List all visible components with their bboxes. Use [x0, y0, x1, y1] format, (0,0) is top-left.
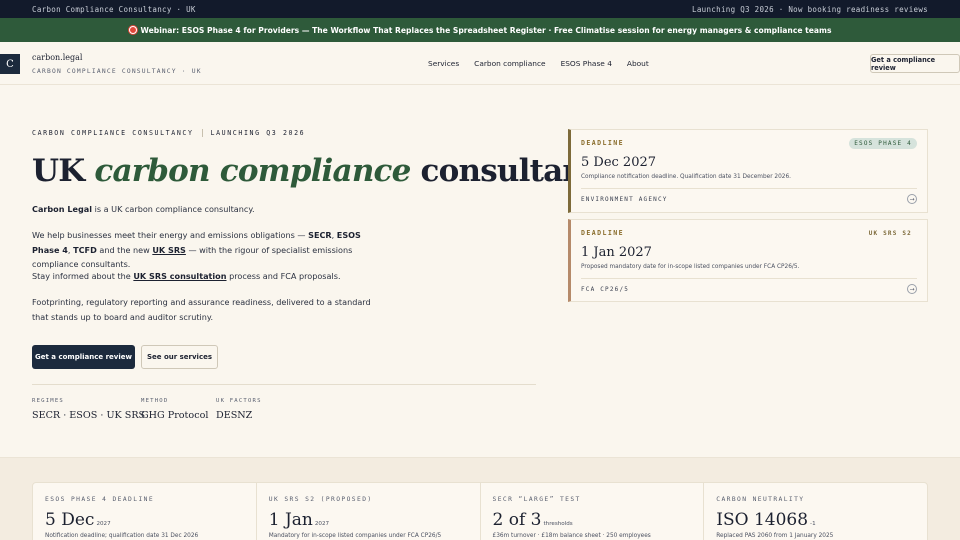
stat-method: METHOD GHG Protocol [141, 398, 208, 421]
stat-value: DESNZ [216, 410, 253, 421]
fact-footnote: Notification deadline; qualification dat… [45, 533, 199, 539]
fact-unit: thresholds [543, 521, 573, 527]
intro-paragraph: Carbon Legal is a UK carbon compliance c… [32, 202, 372, 217]
target-icon [128, 26, 137, 34]
fact-footnote: Replaced PAS 2060 from 1 January 2025 [716, 533, 834, 539]
fact-value: ISO 14068 -1 [716, 510, 815, 530]
stat-label: UK FACTORS [216, 398, 262, 404]
nav-link-about[interactable]: About [627, 59, 649, 68]
fact-number: 5 Dec [45, 510, 95, 530]
stat-label: METHOD [141, 398, 169, 404]
nav-links: Services Carbon compliance ESOS Phase 4 … [428, 59, 649, 68]
card-divider [581, 188, 917, 189]
fact-number: 2 of 3 [492, 510, 542, 530]
fact-card-esos: ESOS PHASE 4 DEADLINE 5 Dec 2027 Notifica… [33, 483, 257, 540]
fact-number: ISO 14068 [716, 510, 809, 530]
arrow-right-icon[interactable]: → [907, 194, 917, 204]
stat-value: GHG Protocol [141, 410, 209, 421]
uk-srs-consultation-link[interactable]: UK SRS consultation [133, 271, 226, 281]
eyebrow-left: CARBON COMPLIANCE CONSULTANCY [32, 129, 194, 137]
fact-title: UK SRS S2 (PROPOSED) [268, 496, 373, 503]
fact-footnote: £36m turnover · £18m balance sheet · 250… [492, 533, 651, 539]
stat-uk-factors: UK FACTORS DESNZ [216, 398, 262, 421]
topbar-right-text: Launching Q3 2026 · Now booking readines… [692, 4, 928, 14]
deadline-source: FCA CP26/5 [581, 286, 630, 293]
fact-number: 1 Jan [268, 510, 313, 530]
uk-srs-link[interactable]: UK SRS [152, 245, 186, 255]
main-navigation: C carbon.legal CARBON COMPLIANCE CONSULT… [0, 42, 960, 85]
fact-unit: 2027 [314, 521, 330, 527]
stat-label: REGIMES [32, 398, 64, 404]
fact-card-carbon-neutrality: CARBON NEUTRALITY ISO 14068 -1 Replaced P… [704, 483, 927, 540]
topbar-left-text: Carbon Compliance Consultancy · UK [32, 4, 196, 14]
logo-name[interactable]: carbon.legal [32, 53, 82, 62]
title-emphasis: carbon compliance [94, 153, 411, 189]
fact-value: 1 Jan 2027 [269, 510, 329, 530]
fact-card-secr: SECR “LARGE” TEST 2 of 3 thresholds £36m … [481, 483, 705, 540]
services-text-b: and the new [96, 244, 153, 255]
hero-eyebrow: CARBON COMPLIANCE CONSULTANCY LAUNCHING … [32, 129, 305, 137]
nav-link-carbon-compliance[interactable]: Carbon compliance [474, 59, 545, 68]
get-compliance-review-button[interactable]: Get a compliance review [32, 345, 135, 369]
services-text-a: We help businesses meet their energy and… [32, 230, 309, 240]
arrow-right-icon[interactable]: → [907, 284, 917, 294]
top-announcement-bar: Carbon Compliance Consultancy · UK Launc… [0, 0, 960, 18]
consultation-text-a: Stay informed about the [32, 271, 134, 281]
consultation-paragraph: Stay informed about the UK SRS consultat… [32, 269, 372, 284]
tcfd-term: TCFD [73, 244, 97, 255]
esos-badge: ESOS PHASE 4 [849, 138, 917, 149]
fact-unit: -1 [810, 521, 816, 527]
stat-regimes: REGIMES SECR · ESOS · UK SRS [32, 398, 145, 421]
fact-value: 5 Dec 2027 [45, 510, 111, 530]
services-paragraph: We help businesses meet their energy and… [32, 228, 377, 272]
logo-mark[interactable]: C [0, 54, 20, 74]
deadline-label: DEADLINE [581, 139, 624, 147]
nav-link-services[interactable]: Services [428, 59, 459, 68]
deadline-source: ENVIRONMENT AGENCY [581, 196, 668, 203]
intro-text: is a UK carbon compliance consultancy. [92, 204, 255, 214]
eyebrow-right: LAUNCHING Q3 2026 [210, 129, 306, 137]
webinar-banner-text: Webinar: ESOS Phase 4 for Providers — Th… [140, 25, 832, 35]
webinar-banner[interactable]: Webinar: ESOS Phase 4 for Providers — Th… [0, 18, 960, 42]
logo-subtitle: CARBON COMPLIANCE CONSULTANCY · UK [32, 68, 202, 75]
brand-name: Carbon Legal [32, 204, 93, 214]
consultation-text-b: process and FCA proposals. [226, 271, 341, 281]
deadline-date: 1 Jan 2027 [581, 245, 652, 260]
uk-srs-badge: UK SRS S2 [868, 230, 912, 237]
deadline-label: DEADLINE [581, 229, 624, 237]
fact-footnote: Mandatory for in-scope listed companies … [268, 533, 442, 539]
title-prefix: UK [32, 153, 95, 189]
eyebrow-divider [201, 129, 203, 137]
see-services-button[interactable]: See our services [141, 345, 218, 369]
hero-divider [32, 384, 536, 385]
deadline-date: 5 Dec 2027 [581, 155, 657, 170]
fact-title: CARBON NEUTRALITY [716, 496, 805, 503]
card-divider [581, 278, 917, 279]
deadline-card-uk-srs[interactable]: DEADLINE UK SRS S2 1 Jan 2027 Proposed m… [568, 219, 928, 302]
logo-letter: C [6, 58, 14, 70]
deadline-description: Proposed mandatory date for in-scope lis… [581, 264, 800, 270]
deadline-description: Compliance notification deadline. Qualif… [581, 174, 792, 180]
fact-value: 2 of 3 thresholds [493, 510, 573, 530]
key-facts-cards: ESOS PHASE 4 DEADLINE 5 Dec 2027 Notifica… [32, 482, 928, 540]
fact-unit: 2027 [96, 521, 111, 527]
deadline-card-esos[interactable]: DEADLINE ESOS PHASE 4 5 Dec 2027 Complia… [568, 129, 928, 213]
stat-value: SECR · ESOS · UK SRS [32, 410, 146, 421]
fact-card-uk-srs: UK SRS S2 (PROPOSED) 1 Jan 2027 Mandatory… [257, 483, 481, 540]
nav-compliance-review-button[interactable]: Get a compliance review [870, 54, 960, 73]
footprinting-paragraph: Footprinting, regulatory reporting and a… [32, 297, 371, 322]
fact-title: ESOS PHASE 4 DEADLINE [45, 496, 155, 503]
fact-title: SECR “LARGE” TEST [492, 496, 581, 503]
nav-link-esos-phase-4[interactable]: ESOS Phase 4 [561, 59, 612, 68]
secr-term: SECR [308, 230, 332, 240]
page-title: UK carbon compliance consultancy [32, 153, 620, 189]
